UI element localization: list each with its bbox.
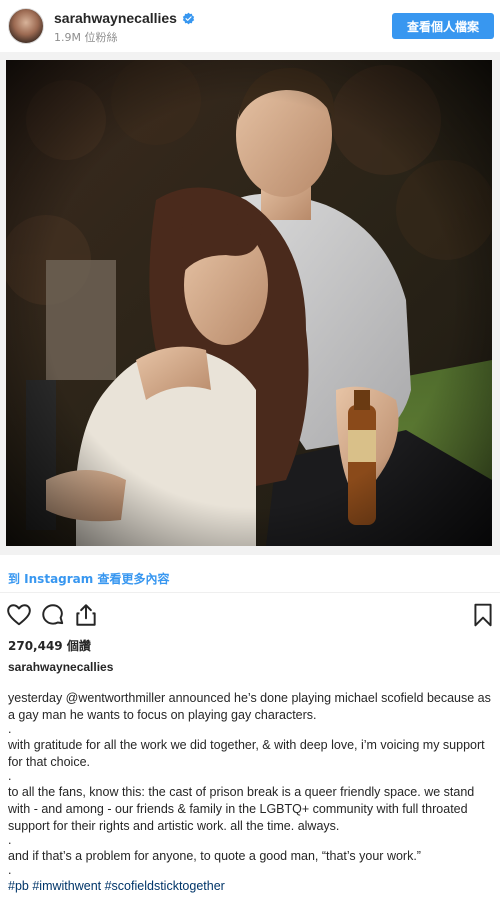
caption-line: and if that’s a problem for anyone, to q… [8, 849, 421, 863]
post-header: sarahwaynecallies 1.9M 位粉絲 查看個人檔案 [0, 0, 500, 52]
caption-line: . [8, 833, 12, 847]
post-caption: yesterday @wentworthmiller announced he’… [8, 690, 496, 895]
caption-line: . [8, 722, 12, 736]
comment-icon[interactable] [40, 602, 66, 628]
heart-icon[interactable] [6, 602, 32, 628]
divider [0, 592, 500, 593]
caption-line: . [8, 769, 12, 783]
avatar[interactable] [8, 8, 44, 44]
caption-line: . [8, 863, 12, 877]
view-profile-button[interactable]: 查看個人檔案 [392, 13, 494, 39]
hashtag-list: #pb #imwithwent #scofieldsticktogether [8, 878, 496, 895]
follower-count: 1.9M 位粉絲 [54, 31, 118, 44]
username-row: sarahwaynecallies [54, 10, 195, 26]
photo-frame [0, 52, 500, 555]
action-bar [0, 602, 500, 630]
bookmark-icon[interactable] [470, 602, 496, 628]
photo-illustration [6, 60, 492, 546]
caption-line: with gratitude for all the work we did t… [8, 738, 485, 769]
share-icon[interactable] [73, 602, 99, 628]
hashtag-link[interactable]: #imwithwent [32, 879, 101, 893]
verified-badge-icon [182, 12, 195, 24]
hashtag-link[interactable]: #pb [8, 879, 29, 893]
caption-line: yesterday @wentworthmiller announced he’… [8, 691, 491, 722]
caption-line: to all the fans, know this: the cast of … [8, 785, 475, 833]
post-photo[interactable] [6, 60, 492, 546]
caption-username[interactable]: sarahwaynecallies [8, 660, 113, 674]
username-link[interactable]: sarahwaynecallies [54, 10, 177, 26]
like-count[interactable]: 270,449 個讚 [8, 637, 91, 654]
hashtag-link[interactable]: #scofieldsticktogether [105, 879, 225, 893]
view-on-instagram-link[interactable]: 到 Instagram 查看更多內容 [8, 570, 169, 587]
